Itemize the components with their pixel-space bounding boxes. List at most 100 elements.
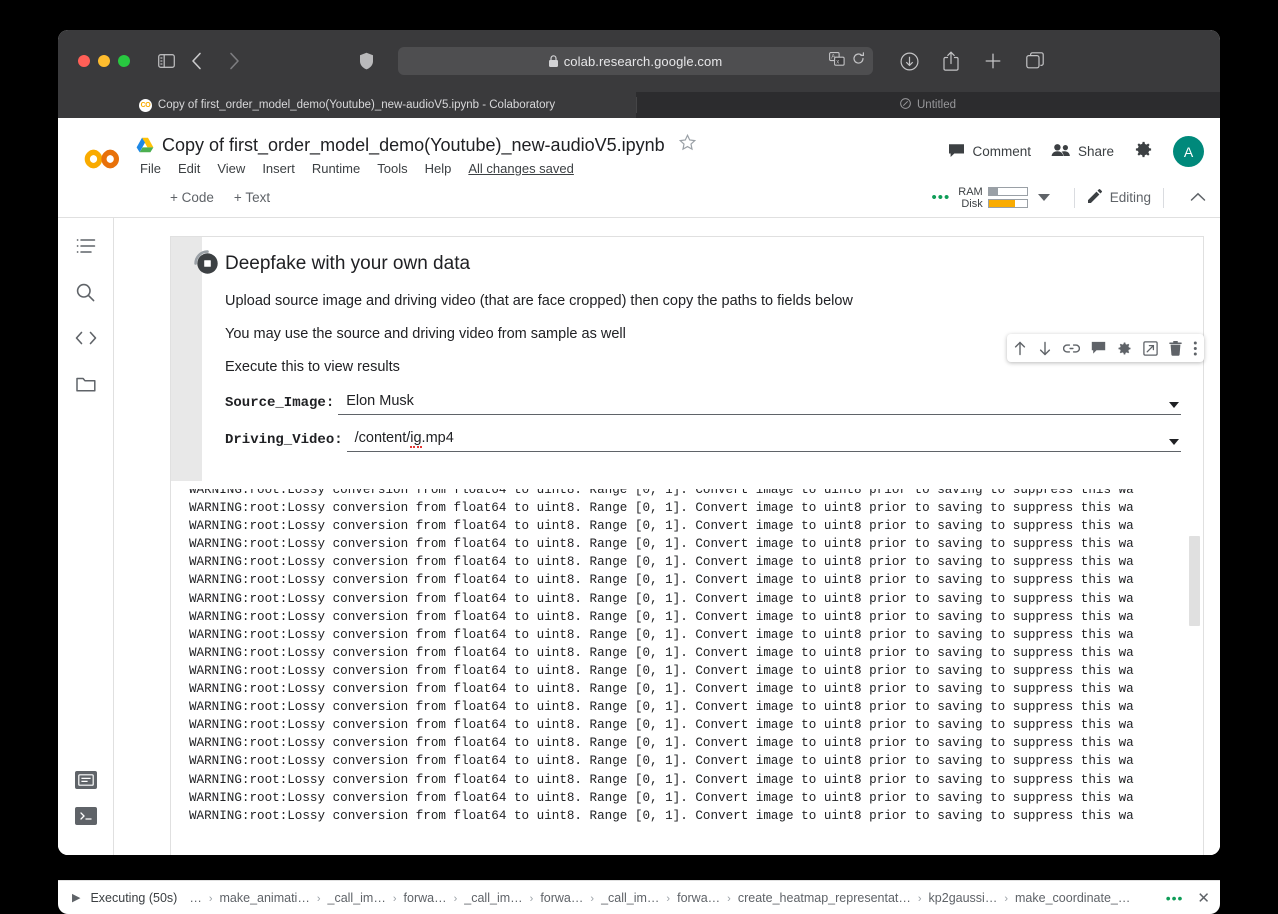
share-icon[interactable] (937, 48, 965, 74)
chevron-down-icon[interactable] (1169, 439, 1179, 445)
comment-icon[interactable] (1091, 341, 1106, 355)
code-snippets-icon[interactable] (68, 320, 104, 356)
exec-bar-actions[interactable]: ••• ✕ (1156, 889, 1210, 907)
output-log: WARNING:root:Lossy conversion from float… (189, 481, 1203, 825)
output-log-line: WARNING:root:Lossy conversion from float… (189, 519, 1134, 534)
svg-text:x: x (836, 59, 839, 65)
crumb-item[interactable]: forwa… (404, 891, 447, 905)
toc-icon[interactable] (68, 228, 104, 264)
drive-icon (136, 137, 154, 153)
move-cell-up-icon[interactable] (1013, 341, 1027, 356)
minimize-window-button[interactable] (98, 55, 110, 67)
run-stop-cell-button[interactable] (193, 249, 222, 278)
share-label: Share (1077, 144, 1114, 159)
output-scrollbar-track[interactable] (1189, 481, 1202, 855)
page-title[interactable]: Copy of first_order_model_demo(Youtube)_… (162, 135, 665, 156)
crumb-item[interactable]: _call_im… (464, 891, 522, 905)
add-text-cell-button[interactable]: + Text (234, 190, 270, 205)
star-icon[interactable] (678, 133, 696, 156)
menu-runtime[interactable]: Runtime (312, 161, 360, 176)
source-image-field[interactable]: Elon Musk (338, 392, 1181, 415)
downloads-icon[interactable] (895, 48, 923, 74)
tab-overview-icon[interactable] (1021, 48, 1049, 74)
crumb-item[interactable]: kp2gaussi… (929, 891, 998, 905)
menu-view[interactable]: View (217, 161, 245, 176)
comment-button[interactable]: Comment (948, 143, 1031, 161)
browser-tab-untitled[interactable]: Untitled (636, 92, 1220, 118)
share-button[interactable]: Share (1051, 143, 1114, 160)
output-log-line: WARNING:root:Lossy conversion from float… (189, 501, 1134, 516)
crumb-item[interactable]: forwa… (540, 891, 583, 905)
browser-window: colab.research.google.com x A CO Copy of… (58, 30, 1220, 855)
settings-gear-icon[interactable] (1117, 341, 1132, 356)
cell-output[interactable]: WARNING:root:Lossy conversion from float… (171, 481, 1203, 855)
close-icon[interactable]: ✕ (1197, 889, 1210, 907)
more-vert-icon[interactable] (1193, 341, 1198, 356)
address-bar[interactable]: colab.research.google.com x A (398, 47, 873, 75)
delete-cell-icon[interactable] (1169, 340, 1182, 356)
link-icon[interactable] (1063, 343, 1080, 354)
crumb-separator: › (208, 892, 213, 905)
people-icon (1051, 143, 1071, 160)
sidebar-toggle-icon[interactable] (152, 48, 180, 74)
save-status[interactable]: All changes saved (468, 161, 574, 176)
disk-bar (987, 199, 1028, 208)
crumb-item[interactable]: make_coordinate_… (1015, 891, 1130, 905)
chevron-down-icon[interactable] (1037, 189, 1050, 207)
crumb-item[interactable]: make_animati… (220, 891, 310, 905)
cell-actions-toolbar[interactable] (1007, 334, 1204, 362)
driving-video-value-tail: .mp4 (421, 430, 454, 446)
output-log-line: WARNING:root:Lossy conversion from float… (189, 718, 1134, 733)
command-palette-icon[interactable] (75, 771, 97, 789)
settings-gear-icon[interactable] (1134, 140, 1153, 164)
add-code-cell-button[interactable]: + Code (170, 190, 214, 205)
menu-file[interactable]: File (140, 161, 161, 176)
new-tab-icon[interactable] (979, 48, 1007, 74)
execution-status-bar[interactable]: ▶ Executing (50s) … › make_animati… › _call… (58, 880, 1220, 914)
crumb-separator: › (666, 892, 671, 905)
crumb-item[interactable]: forwa… (677, 891, 720, 905)
maximize-window-button[interactable] (118, 55, 130, 67)
mirror-cell-icon[interactable] (1143, 340, 1158, 356)
address-bar-actions[interactable]: x A (829, 47, 865, 75)
menu-tools[interactable]: Tools (377, 161, 407, 176)
browser-tab-strip[interactable]: CO Copy of first_order_model_demo(Youtub… (58, 92, 1220, 118)
resource-bars (987, 187, 1028, 208)
menu-edit[interactable]: Edit (178, 161, 200, 176)
driving-video-field[interactable]: /content/ig.mp4 (346, 429, 1181, 452)
crumb-item[interactable]: _call_im… (601, 891, 659, 905)
crumb-item[interactable]: _call_im… (328, 891, 386, 905)
translate-icon[interactable]: x A (829, 51, 845, 71)
menu-help[interactable]: Help (425, 161, 452, 176)
close-window-button[interactable] (78, 55, 90, 67)
expand-exec-icon[interactable]: ▶ (72, 891, 80, 904)
colab-header-actions[interactable]: Comment Share A (948, 136, 1204, 167)
privacy-shield-icon[interactable] (352, 48, 380, 74)
output-scrollbar-thumb[interactable] (1189, 536, 1200, 626)
browser-toolbar-actions[interactable] (895, 48, 1049, 74)
reload-icon[interactable] (852, 52, 865, 70)
exec-more-icon[interactable]: ••• (1166, 890, 1184, 906)
colab-menubar[interactable]: File Edit View Insert Runtime Tools Help… (140, 161, 696, 176)
files-folder-icon[interactable] (68, 366, 104, 402)
browser-tab-active[interactable]: CO Copy of first_order_model_demo(Youtub… (58, 92, 636, 118)
avatar-letter: A (1183, 143, 1194, 160)
menu-insert[interactable]: Insert (262, 161, 295, 176)
add-text-label: + Text (233, 190, 271, 205)
output-top-mask (171, 481, 1203, 489)
colab-favicon: CO (138, 98, 152, 112)
nav-buttons[interactable] (182, 48, 248, 74)
move-cell-down-icon[interactable] (1038, 341, 1052, 356)
back-button-icon[interactable] (182, 48, 210, 74)
terminal-icon[interactable] (75, 807, 97, 825)
editing-mode-button[interactable]: Editing (1087, 188, 1151, 207)
notebook-cell[interactable]: Deepfake with your own data Upload sourc… (170, 236, 1204, 855)
collapse-header-icon[interactable] (1190, 189, 1206, 207)
window-traffic-lights[interactable] (78, 55, 130, 67)
avatar[interactable]: A (1173, 136, 1204, 167)
crumb-item[interactable]: create_heatmap_representat… (738, 891, 911, 905)
forward-button-icon[interactable] (220, 48, 248, 74)
chevron-down-icon[interactable] (1169, 402, 1179, 408)
output-log-line: WARNING:root:Lossy conversion from float… (189, 682, 1134, 697)
search-icon[interactable] (68, 274, 104, 310)
